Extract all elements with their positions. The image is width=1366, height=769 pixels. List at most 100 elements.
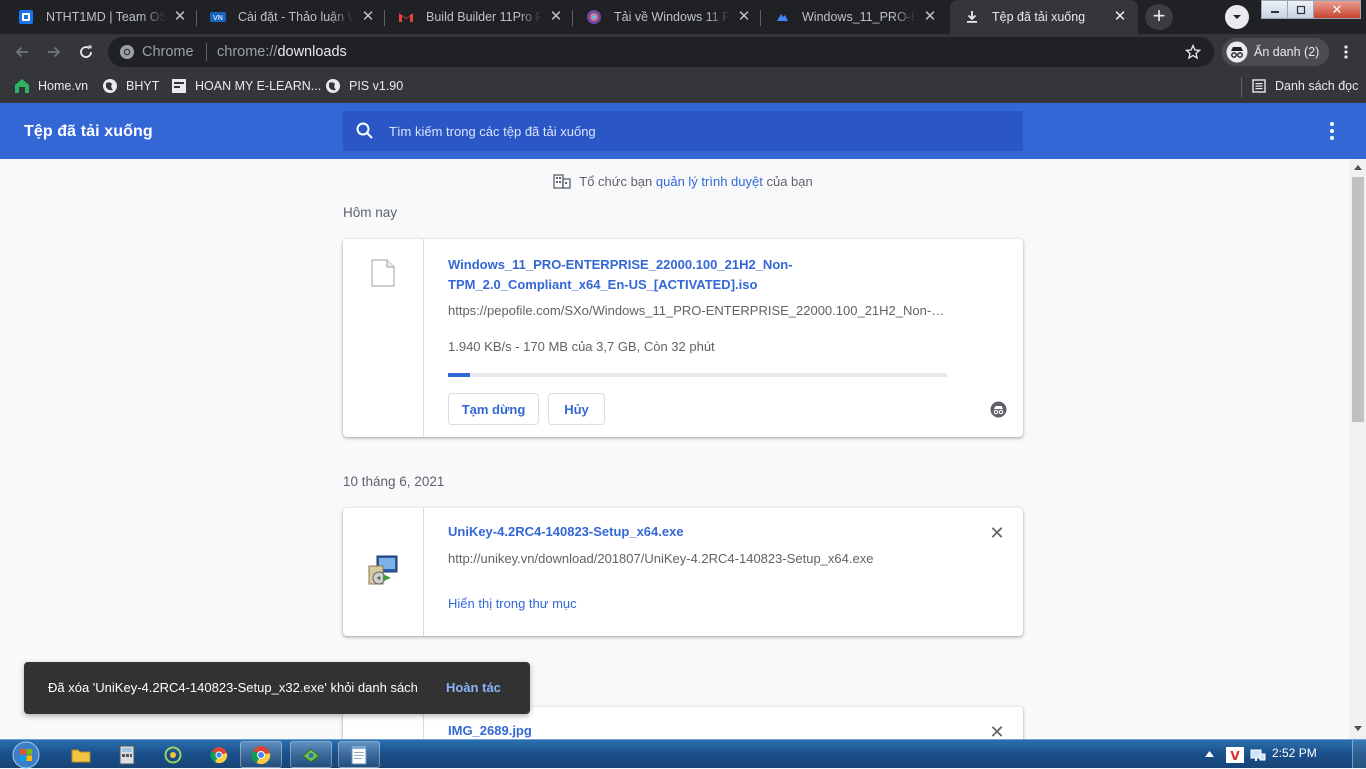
file-url[interactable]: https://pepofile.com/SXo/Windows_11_PRO-… — [448, 303, 948, 318]
search-input[interactable] — [389, 121, 1009, 141]
globe-icon — [586, 9, 602, 25]
file-name-link[interactable]: Windows_11_PRO-ENTERPRISE_22000.100_21H2… — [448, 255, 948, 295]
file-url[interactable]: http://unikey.vn/download/201807/UniKey-… — [448, 551, 948, 566]
undo-toast: Đã xóa 'UniKey-4.2RC4-140823-Setup_x32.e… — [24, 662, 530, 714]
reload-button[interactable] — [74, 40, 98, 64]
download-progress — [448, 373, 947, 377]
file-name-link[interactable]: IMG_2689.jpg — [448, 721, 948, 739]
page-icon — [171, 78, 187, 94]
installer-icon — [368, 555, 398, 585]
svg-text:V: V — [1230, 749, 1240, 763]
unikey-icon: V — [1226, 746, 1244, 763]
scrollbar-thumb[interactable] — [1352, 177, 1364, 422]
minimize-button[interactable] — [1261, 0, 1288, 19]
bookmark-pis[interactable]: PIS v1.90 — [325, 76, 403, 96]
file-icon-column — [343, 239, 424, 437]
building-icon — [553, 174, 571, 189]
close-icon: ✕ — [1331, 1, 1343, 17]
tab-title: Tệp đã tải xuống — [992, 10, 1086, 24]
notepad-taskbar-button[interactable] — [338, 741, 380, 768]
maximize-button[interactable] — [1287, 0, 1314, 19]
tab-tai-ve-windows[interactable]: Tải về Windows 11 Pro ✕ — [572, 0, 762, 34]
managed-link[interactable]: quản lý trình duyệt — [656, 174, 763, 189]
search-box[interactable] — [343, 111, 1023, 151]
network-tray-icon[interactable] — [1248, 741, 1268, 768]
scrollbar[interactable] — [1350, 159, 1366, 739]
calculator-taskbar-button[interactable] — [110, 741, 144, 768]
taskbar-clock[interactable]: 2:52 PM — [1272, 746, 1317, 760]
folder-icon — [71, 749, 91, 762]
cancel-button[interactable]: Hủy — [548, 393, 605, 425]
close-icon[interactable]: ✕ — [172, 9, 188, 25]
forward-button[interactable] — [42, 40, 66, 64]
undo-button[interactable]: Hoàn tác — [446, 680, 501, 695]
tab-build-builder[interactable]: Build Builder 11Pro PE ✕ — [384, 0, 574, 34]
close-icon[interactable]: ✕ — [736, 9, 752, 25]
star-icon[interactable] — [1185, 44, 1201, 60]
tab-windows-11-pro[interactable]: Windows_11_PRO-ENTE ✕ — [760, 0, 948, 34]
new-tab-button[interactable]: + — [1145, 4, 1173, 30]
file-name-link[interactable]: UniKey-4.2RC4-140823-Setup_x64.exe — [448, 522, 948, 542]
tab-strip: NTHT1MD | Team OS : ✕ VN Cài đặt - Thảo … — [0, 0, 1366, 34]
bookmark-label: PIS v1.90 — [349, 79, 404, 93]
bookmark-bhyt[interactable]: BHYT — [102, 76, 159, 96]
page-title: Tệp đã tải xuống — [24, 123, 153, 140]
explorer-taskbar-button[interactable] — [64, 741, 98, 768]
chrome-menu-button[interactable] — [1334, 40, 1358, 64]
scroll-up-icon[interactable] — [1354, 164, 1362, 170]
app-taskbar-button[interactable] — [156, 741, 190, 768]
reading-list-icon — [1251, 78, 1267, 94]
calculator-icon — [119, 745, 135, 764]
tab-title: Build Builder 11Pro PE — [426, 10, 542, 24]
incognito-profile-button[interactable]: Ẩn danh (2) — [1222, 38, 1330, 66]
tab-title: Tải về Windows 11 Pro — [614, 10, 730, 24]
network-icon — [1250, 749, 1266, 761]
chrome-icon — [251, 745, 271, 764]
omnibox-url-host: chrome:// — [217, 44, 278, 60]
pause-button[interactable]: Tạm dừng — [448, 393, 539, 425]
remove-item-button[interactable]: ✕ — [987, 523, 1007, 543]
dot — [1330, 129, 1334, 133]
chrome-icon — [120, 45, 134, 59]
chevron-down-icon — [1233, 15, 1241, 19]
remove-item-button[interactable]: ✕ — [987, 722, 1007, 739]
tab-downloads[interactable]: Tệp đã tải xuống ✕ — [950, 0, 1138, 34]
close-icon[interactable]: ✕ — [360, 9, 376, 25]
gmail-icon — [398, 9, 414, 25]
omnibox-url[interactable]: chrome://downloads — [217, 44, 347, 60]
date-heading: 10 tháng 6, 2021 — [343, 474, 445, 489]
chrome-active-taskbar-button[interactable] — [240, 741, 282, 768]
page-icon — [18, 9, 34, 25]
downloads-header: Tệp đã tải xuống — [0, 103, 1366, 159]
tab-cai-dat[interactable]: VN Cài đặt - Thảo luận Win ✕ — [196, 0, 386, 34]
show-in-folder-link[interactable]: Hiển thị trong thư mục — [448, 596, 577, 611]
show-desktop-button[interactable] — [1352, 740, 1366, 769]
scroll-down-icon[interactable] — [1354, 726, 1362, 732]
back-button[interactable] — [10, 40, 34, 64]
more-actions-button[interactable] — [1322, 121, 1342, 141]
bookmark-label: Home.vn — [38, 79, 89, 93]
tool-taskbar-button[interactable] — [290, 741, 332, 768]
unikey-tray-icon[interactable]: V — [1224, 741, 1246, 768]
show-hidden-icons-icon[interactable] — [1205, 750, 1214, 758]
tab-ntht1md[interactable]: NTHT1MD | Team OS : ✕ — [4, 0, 198, 34]
file-icon — [371, 259, 395, 287]
managed-notice: Tổ chức bạn quản lý trình duyệt của bạn — [0, 173, 1350, 189]
reading-list-button[interactable]: Danh sách đọc — [1251, 76, 1358, 96]
bookmark-home-vn[interactable]: Home.vn — [14, 76, 88, 96]
download-icon — [964, 9, 980, 25]
close-icon[interactable]: ✕ — [922, 9, 938, 25]
start-button[interactable] — [6, 741, 46, 768]
date-heading: Hôm nay — [343, 205, 398, 220]
globe-icon — [102, 78, 118, 94]
arrow-right-icon — [48, 46, 61, 58]
bookmark-hoan-my[interactable]: HOAN MY E-LEARN... — [171, 76, 321, 96]
reading-list-label: Danh sách đọc — [1275, 79, 1359, 93]
omnibox[interactable]: Chrome chrome://downloads — [108, 37, 1214, 67]
close-icon[interactable]: ✕ — [1112, 9, 1128, 25]
chrome-taskbar-button[interactable] — [202, 741, 236, 768]
tab-search-button[interactable] — [1225, 5, 1249, 29]
close-window-button[interactable]: ✕ — [1313, 0, 1361, 19]
close-icon[interactable]: ✕ — [548, 9, 564, 25]
download-item: UniKey-4.2RC4-140823-Setup_x64.exe http:… — [343, 508, 1023, 636]
